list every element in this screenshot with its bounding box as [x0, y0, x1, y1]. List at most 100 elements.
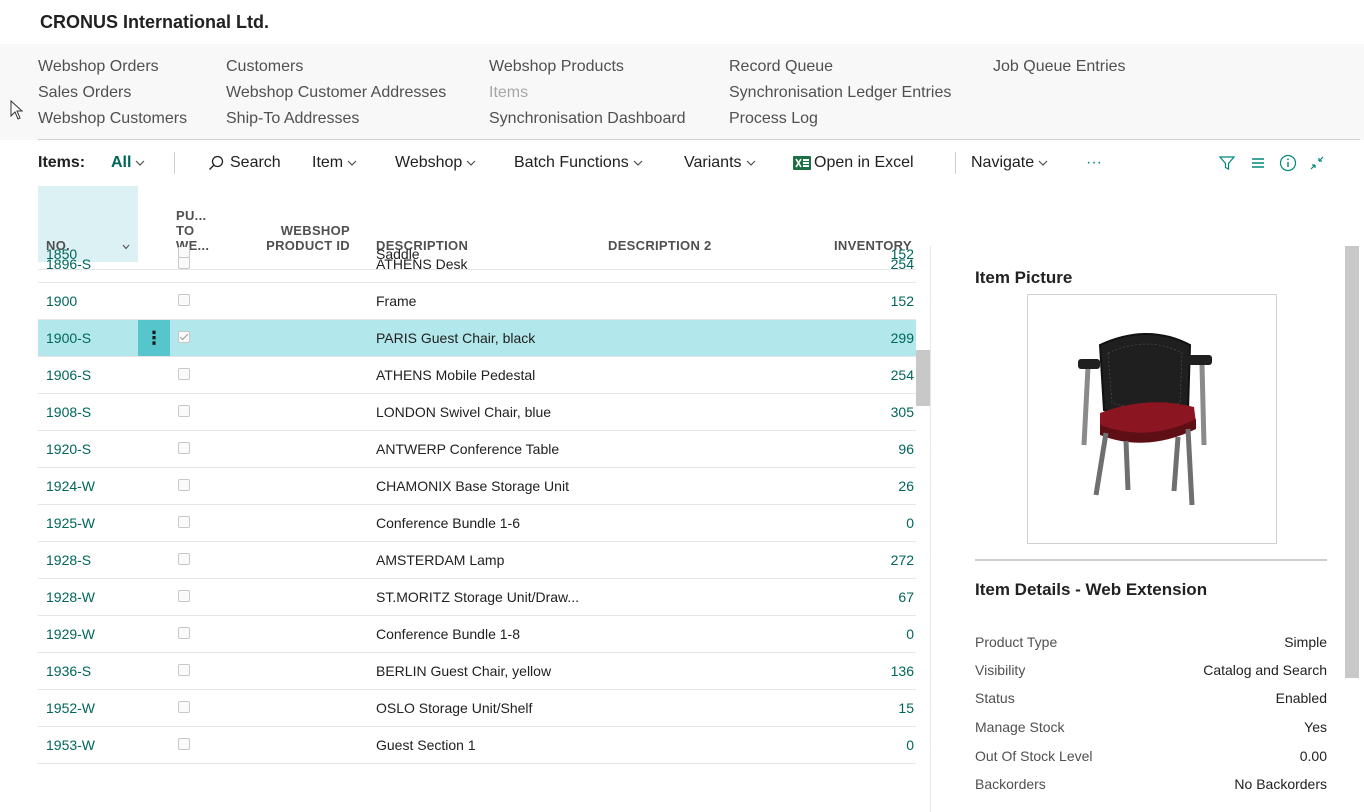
inventory-link[interactable]: 0	[906, 505, 914, 542]
push-checkbox[interactable]	[178, 553, 190, 565]
search-button[interactable]: Search	[208, 140, 281, 186]
navigate-menu-button[interactable]: Navigate	[971, 140, 1049, 186]
push-checkbox[interactable]	[178, 738, 190, 750]
table-row[interactable]: 1924-W CHAMONIX Base Storage Unit 26	[38, 468, 916, 505]
nav-webshop-orders[interactable]: Webshop Orders	[38, 54, 187, 80]
divider	[174, 152, 175, 174]
inventory-link[interactable]: 272	[891, 542, 914, 579]
row-actions-menu[interactable]: ⋮	[138, 320, 170, 356]
item-no-link[interactable]: 1925-W	[46, 505, 95, 542]
nav-webshop-customer-addresses[interactable]: Webshop Customer Addresses	[226, 80, 446, 106]
inventory-link[interactable]: 299	[891, 320, 914, 357]
info-icon[interactable]	[1279, 154, 1297, 172]
nav-webshop-products[interactable]: Webshop Products	[489, 54, 686, 80]
inventory-link[interactable]: 136	[891, 653, 914, 690]
divider	[975, 559, 1327, 561]
item-no-link[interactable]: 1924-W	[46, 468, 95, 505]
nav-process-log[interactable]: Process Log	[729, 106, 951, 132]
push-checkbox[interactable]	[178, 331, 190, 343]
list-scrollbar[interactable]	[916, 350, 930, 406]
table-row[interactable]: 1920-S ANTWERP Conference Table 96	[38, 431, 916, 468]
inventory-link[interactable]: 254	[891, 247, 914, 283]
push-checkbox[interactable]	[178, 405, 190, 417]
inventory-link[interactable]: 305	[891, 394, 914, 431]
table-row[interactable]: 1953-W Guest Section 1 0	[38, 727, 916, 764]
item-no-link[interactable]: 1928-S	[46, 542, 91, 579]
webshop-menu-button[interactable]: Webshop	[395, 140, 477, 186]
item-no-link[interactable]: 1920-S	[46, 431, 91, 468]
inventory-link[interactable]: 0	[906, 616, 914, 653]
nav-sales-orders[interactable]: Sales Orders	[38, 80, 187, 106]
detail-value: Simple	[1284, 634, 1327, 650]
more-options-button[interactable]: ···	[1086, 140, 1102, 186]
table-row[interactable]: 1906-S ATHENS Mobile Pedestal 254	[38, 357, 916, 394]
filter-icon[interactable]	[1219, 155, 1235, 171]
chevron-down-icon	[136, 160, 145, 166]
excel-icon	[793, 155, 811, 170]
table-row[interactable]: 1928-W ST.MORITZ Storage Unit/Draw... 67	[38, 579, 916, 616]
inventory-link[interactable]: 0	[906, 727, 914, 764]
nav-items[interactable]: Items	[489, 80, 686, 106]
item-description: Conference Bundle 1-6	[376, 515, 520, 531]
factbox-scrollbar[interactable]	[1345, 246, 1359, 678]
item-no-link[interactable]: 1929-W	[46, 616, 95, 653]
inventory-link[interactable]: 15	[898, 690, 914, 727]
push-checkbox[interactable]	[178, 368, 190, 380]
collapse-icon[interactable]	[1309, 155, 1325, 171]
table-row[interactable]: 1928-S AMSTERDAM Lamp 272	[38, 542, 916, 579]
item-no-link[interactable]: 1953-W	[46, 727, 95, 764]
push-checkbox[interactable]	[178, 701, 190, 713]
detail-row-visibility: Visibility Catalog and Search	[975, 656, 1327, 684]
item-menu-button[interactable]: Item	[312, 140, 358, 186]
nav-ship-to-addresses[interactable]: Ship-To Addresses	[226, 106, 446, 132]
push-checkbox[interactable]	[178, 590, 190, 602]
table-row[interactable]: 1936-S BERLIN Guest Chair, yellow 136	[38, 653, 916, 690]
item-no-link[interactable]: 1900	[46, 283, 77, 320]
push-checkbox[interactable]	[178, 516, 190, 528]
table-row[interactable]: 1908-S LONDON Swivel Chair, blue 305	[38, 394, 916, 431]
view-selector[interactable]: All	[111, 140, 146, 186]
push-checkbox[interactable]	[178, 664, 190, 676]
item-no-link[interactable]: 1928-W	[46, 579, 95, 616]
push-checkbox[interactable]	[178, 442, 190, 454]
batch-functions-button[interactable]: Batch Functions	[514, 140, 644, 186]
nav-job-queue-entries[interactable]: Job Queue Entries	[993, 54, 1126, 80]
detail-row-out-of-stock-level: Out Of Stock Level 0.00	[975, 742, 1327, 770]
table-row[interactable]: 1925-W Conference Bundle 1-6 0	[38, 505, 916, 542]
nav-column-3: Webshop Products Items Synchronisation D…	[489, 54, 686, 132]
inventory-link[interactable]: 152	[891, 283, 914, 320]
item-picture[interactable]	[1027, 294, 1277, 544]
nav-record-queue[interactable]: Record Queue	[729, 54, 951, 80]
push-checkbox[interactable]	[178, 257, 190, 269]
item-no-link[interactable]: 1896-S	[46, 247, 91, 283]
inventory-link[interactable]: 96	[898, 431, 914, 468]
table-row[interactable]: 1896-S ATHENS Desk 254	[38, 247, 916, 283]
item-description: ANTWERP Conference Table	[376, 441, 560, 457]
item-no-link[interactable]: 1900-S	[46, 320, 91, 357]
nav-webshop-customers[interactable]: Webshop Customers	[38, 106, 187, 132]
table-row[interactable]: 1900 Frame 152	[38, 283, 916, 320]
push-checkbox[interactable]	[178, 479, 190, 491]
nav-synchronisation-dashboard[interactable]: Synchronisation Dashboard	[489, 106, 686, 132]
inventory-link[interactable]: 67	[898, 579, 914, 616]
table-row-selected[interactable]: 1900-S ⋮ PARIS Guest Chair, black 299	[38, 320, 916, 357]
item-description: Conference Bundle 1-8	[376, 626, 520, 642]
nav-customers[interactable]: Customers	[226, 54, 446, 80]
item-description: ATHENS Desk	[376, 256, 468, 272]
item-no-link[interactable]: 1936-S	[46, 653, 91, 690]
list-view-icon[interactable]	[1250, 155, 1266, 171]
open-in-excel-button[interactable]: Open in Excel	[793, 140, 914, 186]
push-checkbox[interactable]	[178, 627, 190, 639]
inventory-link[interactable]: 26	[898, 468, 914, 505]
push-checkbox[interactable]	[178, 294, 190, 306]
inventory-link[interactable]: 254	[891, 357, 914, 394]
table-row[interactable]: 1952-W OSLO Storage Unit/Shelf 15	[38, 690, 916, 727]
item-description: AMSTERDAM Lamp	[376, 552, 505, 568]
item-no-link[interactable]: 1906-S	[46, 357, 91, 394]
nav-synchronisation-ledger-entries[interactable]: Synchronisation Ledger Entries	[729, 80, 951, 106]
item-no-link[interactable]: 1952-W	[46, 690, 95, 727]
table-row[interactable]: 1929-W Conference Bundle 1-8 0	[38, 616, 916, 653]
variants-button[interactable]: Variants	[684, 140, 757, 186]
item-no-link[interactable]: 1908-S	[46, 394, 91, 431]
column-header-label: PU...	[176, 208, 207, 223]
